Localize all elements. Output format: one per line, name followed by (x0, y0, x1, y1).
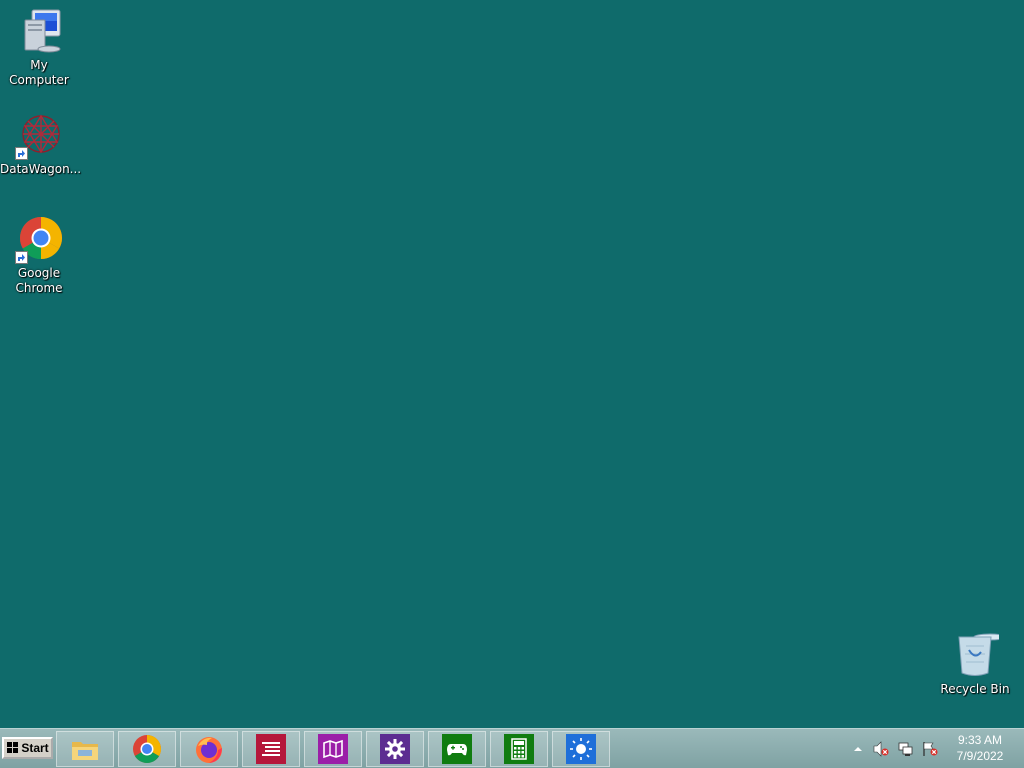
shortcut-arrow-icon (15, 251, 28, 264)
taskbar-maps[interactable] (304, 731, 362, 767)
taskbar-google-chrome[interactable] (118, 731, 176, 767)
taskbar-firefox[interactable] (180, 731, 238, 767)
taskbar-xbox-games[interactable] (428, 731, 486, 767)
game-controller-icon (442, 734, 472, 764)
recycle-bin-icon (951, 632, 1007, 680)
start-button[interactable]: Start (2, 737, 53, 759)
network-icon[interactable] (898, 741, 914, 757)
taskbar-calculator[interactable] (490, 731, 548, 767)
taskbar-reading-list[interactable] (242, 731, 300, 767)
firefox-icon (194, 734, 224, 764)
desktop-icon-label: Recycle Bin (940, 682, 1010, 696)
desktop-icon-label: DataWagon... (0, 162, 82, 176)
clock-date: 7/9/2022 (956, 749, 1004, 763)
chrome-icon (15, 216, 63, 264)
desktop-icon-datawagon[interactable]: DataWagon... (0, 112, 82, 177)
maps-icon (318, 734, 348, 764)
desktop-icon-label: Google Chrome (15, 266, 63, 295)
taskbar-settings[interactable] (366, 731, 424, 767)
taskbar: Start (0, 728, 1024, 768)
weather-icon (566, 734, 596, 764)
windows-flag-icon (6, 741, 20, 755)
settings-icon (380, 734, 410, 764)
reading-list-icon (256, 734, 286, 764)
my-computer-icon (15, 8, 63, 56)
desktop-icon-label: My Computer (9, 58, 69, 87)
start-label: Start (21, 741, 49, 755)
clock-time: 9:33 AM (957, 733, 1003, 747)
volume-muted-icon[interactable] (873, 741, 889, 757)
desktop-icon-recycle-bin[interactable]: Recycle Bin (936, 632, 1014, 697)
calculator-icon (504, 734, 534, 764)
desktop-icon-my-computer[interactable]: My Computer (0, 8, 78, 88)
taskbar-file-explorer[interactable] (56, 731, 114, 767)
shortcut-arrow-icon (15, 147, 28, 160)
datawagon-icon (15, 112, 63, 160)
file-explorer-icon (70, 734, 100, 764)
taskbar-weather[interactable] (552, 731, 610, 767)
desktop-icon-google-chrome[interactable]: Google Chrome (0, 216, 78, 296)
show-hidden-icons-icon[interactable] (850, 741, 866, 757)
taskbar-clock[interactable]: 9:33 AM 7/9/2022 (950, 732, 1010, 764)
chrome-icon (132, 734, 162, 764)
desktop: My Computer DataWagon... Google Chrome R… (0, 0, 1024, 728)
action-center-flag-icon[interactable] (922, 741, 938, 757)
